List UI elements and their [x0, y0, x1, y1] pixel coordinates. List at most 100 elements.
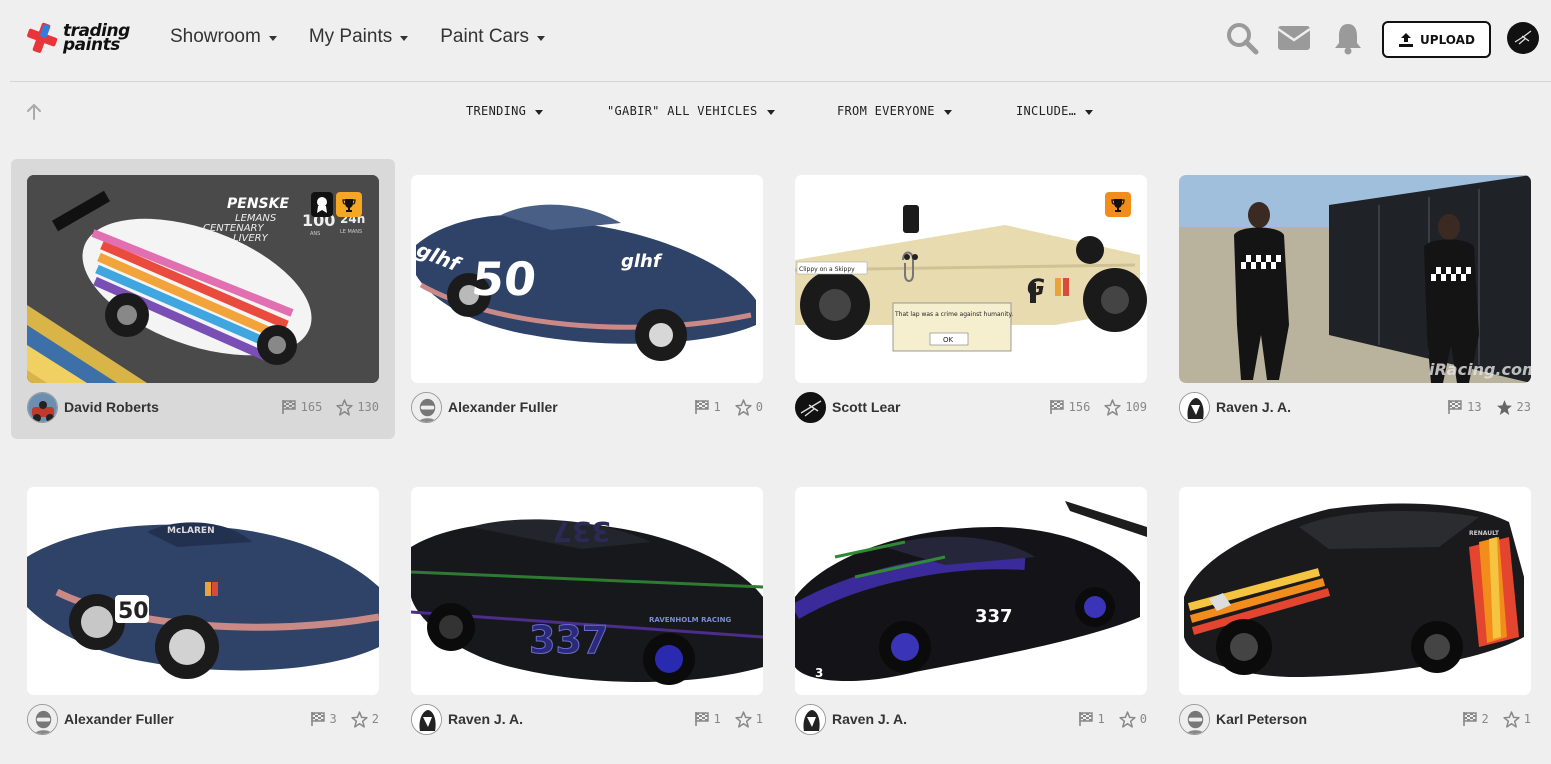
chevron-down-icon [1085, 109, 1094, 115]
card-meta: David Roberts 165 130 [27, 391, 379, 423]
star-count: 1 [755, 712, 763, 726]
card-stats: 1 0 [694, 399, 763, 416]
chevron-down-icon [535, 109, 544, 115]
filter-from[interactable]: FROM EVERYONE [837, 104, 952, 118]
star-count: 23 [1516, 400, 1531, 414]
star-count: 130 [357, 400, 379, 414]
thumb-number-roof: 337 [553, 515, 611, 548]
filter-trending[interactable]: TRENDING [466, 104, 544, 118]
race-count: 2 [1481, 712, 1489, 726]
paint-card[interactable]: 50 glhf glhf Alexander Fuller 1 0 [395, 159, 779, 439]
bell-icon[interactable] [1330, 20, 1366, 56]
avatar[interactable] [27, 703, 58, 735]
user-avatar-menu[interactable] [1507, 22, 1539, 54]
username[interactable]: Raven J. A. [832, 711, 907, 727]
thumb-number: 50 [118, 599, 149, 624]
nav-paint-cars[interactable]: Paint Cars [440, 26, 545, 48]
race-count: 1 [713, 712, 721, 726]
race-flag-icon [1462, 711, 1478, 727]
achievement-badge-icon [311, 192, 333, 217]
star-outline-icon[interactable] [1503, 711, 1520, 728]
trophy-badge-icon [1105, 192, 1131, 217]
paint-card[interactable]: G Clippy on a Skippy That lap was a crim… [779, 159, 1163, 439]
username[interactable]: Scott Lear [832, 399, 900, 415]
race-count: 13 [1467, 400, 1482, 414]
filter-vehicles[interactable]: "GABIR" ALL VEHICLES [607, 104, 775, 118]
chevron-down-icon [943, 109, 952, 115]
paint-thumbnail[interactable]: RENAULT [1179, 487, 1531, 695]
trading-paints-logo[interactable]: trading paints [25, 18, 135, 58]
mail-icon[interactable] [1276, 20, 1312, 56]
star-count: 1 [1523, 712, 1531, 726]
race-count: 1 [713, 400, 721, 414]
username[interactable]: Alexander Fuller [64, 711, 174, 727]
card-stats: 3 2 [310, 711, 379, 728]
username[interactable]: Raven J. A. [448, 711, 523, 727]
star-count: 2 [371, 712, 379, 726]
race-flag-icon [1049, 399, 1065, 415]
avatar[interactable] [411, 703, 442, 735]
star-outline-icon[interactable] [351, 711, 368, 728]
race-flag-icon [1447, 399, 1463, 415]
paint-thumbnail[interactable]: 337 337 RAVENHOLM RACING [411, 487, 763, 695]
paint-thumbnail[interactable]: 50 glhf glhf [411, 175, 763, 383]
paint-thumbnail[interactable]: G Clippy on a Skippy That lap was a crim… [795, 175, 1147, 383]
paint-card[interactable]: iRacing.com Raven J. A. 13 23 [1163, 159, 1547, 439]
thumb-caption: Clippy on a Skippy [799, 266, 855, 273]
main-nav: Showroom My Paints Paint Cars [170, 26, 545, 48]
star-filled-icon[interactable] [1496, 399, 1513, 416]
thumb-dialog-ok: OK [943, 336, 954, 344]
username[interactable]: Alexander Fuller [448, 399, 558, 415]
paint-card[interactable]: 337 337 RAVENHOLM RACING Raven J. A. 1 1 [395, 471, 779, 751]
paint-thumbnail[interactable]: PENSKE LEMANS CENTENARY LIVERY 100 ANS 2… [27, 175, 379, 383]
trophy-badge-icon [336, 192, 362, 217]
race-flag-icon [694, 711, 710, 727]
svg-text:G: G [1027, 276, 1045, 301]
star-outline-icon[interactable] [1104, 399, 1121, 416]
username[interactable]: David Roberts [64, 399, 159, 415]
thumb-make: RENAULT [1469, 530, 1500, 537]
avatar[interactable] [1179, 391, 1210, 423]
star-outline-icon[interactable] [1119, 711, 1136, 728]
avatar[interactable] [795, 703, 826, 735]
race-flag-icon [281, 399, 297, 415]
race-count: 165 [300, 400, 323, 414]
search-icon[interactable] [1224, 20, 1260, 56]
star-outline-icon[interactable] [735, 711, 752, 728]
svg-text:3: 3 [815, 666, 823, 680]
thumb-number: 337 [975, 606, 1013, 627]
paint-thumbnail[interactable]: 50 McLAREN [27, 487, 379, 695]
paint-thumbnail[interactable]: 337 3 [795, 487, 1147, 695]
card-meta: Alexander Fuller 1 0 [411, 391, 763, 423]
avatar[interactable] [1179, 703, 1210, 735]
star-outline-icon[interactable] [336, 399, 353, 416]
card-meta: Alexander Fuller 3 2 [27, 703, 379, 735]
username[interactable]: Raven J. A. [1216, 399, 1291, 415]
card-stats: 1 0 [1078, 711, 1147, 728]
nav-showroom[interactable]: Showroom [170, 26, 277, 48]
username[interactable]: Karl Peterson [1216, 711, 1307, 727]
paint-card[interactable]: PENSKE LEMANS CENTENARY LIVERY 100 ANS 2… [11, 159, 395, 439]
upload-label: UPLOAD [1420, 32, 1475, 47]
paint-card[interactable]: 337 3 Raven J. A. 1 0 [779, 471, 1163, 751]
race-flag-icon [310, 711, 326, 727]
avatar[interactable] [27, 391, 58, 423]
avatar[interactable] [795, 391, 826, 423]
card-meta: Raven J. A. 1 1 [411, 703, 763, 735]
card-meta: Karl Peterson 2 1 [1179, 703, 1531, 735]
paint-card[interactable]: RENAULT Karl Peterson 2 1 [1163, 471, 1547, 751]
paint-thumbnail[interactable]: iRacing.com [1179, 175, 1531, 383]
nav-my-paints[interactable]: My Paints [309, 26, 409, 48]
paint-card[interactable]: 50 McLAREN Alexander Fuller 3 2 [11, 471, 395, 751]
card-meta: Scott Lear 156 109 [795, 391, 1147, 423]
card-stats: 13 23 [1447, 399, 1531, 416]
thumb-text-small: ANS [310, 231, 320, 237]
avatar[interactable] [411, 391, 442, 423]
race-count: 1 [1097, 712, 1105, 726]
star-outline-icon[interactable] [735, 399, 752, 416]
race-flag-icon [694, 399, 710, 415]
thumb-text-place: LE MANS [340, 229, 362, 235]
chevron-down-icon [268, 35, 277, 41]
filter-include[interactable]: INCLUDE… [1016, 104, 1094, 118]
upload-button[interactable]: UPLOAD [1382, 21, 1491, 58]
